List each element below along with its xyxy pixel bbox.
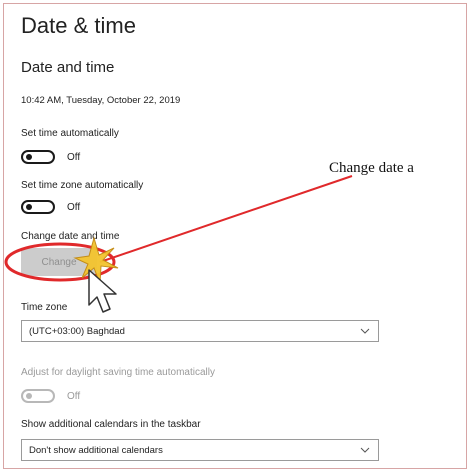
mouse-cursor-icon	[88, 269, 117, 313]
annotation-overlay	[4, 175, 353, 313]
callout-arrow	[99, 175, 353, 263]
